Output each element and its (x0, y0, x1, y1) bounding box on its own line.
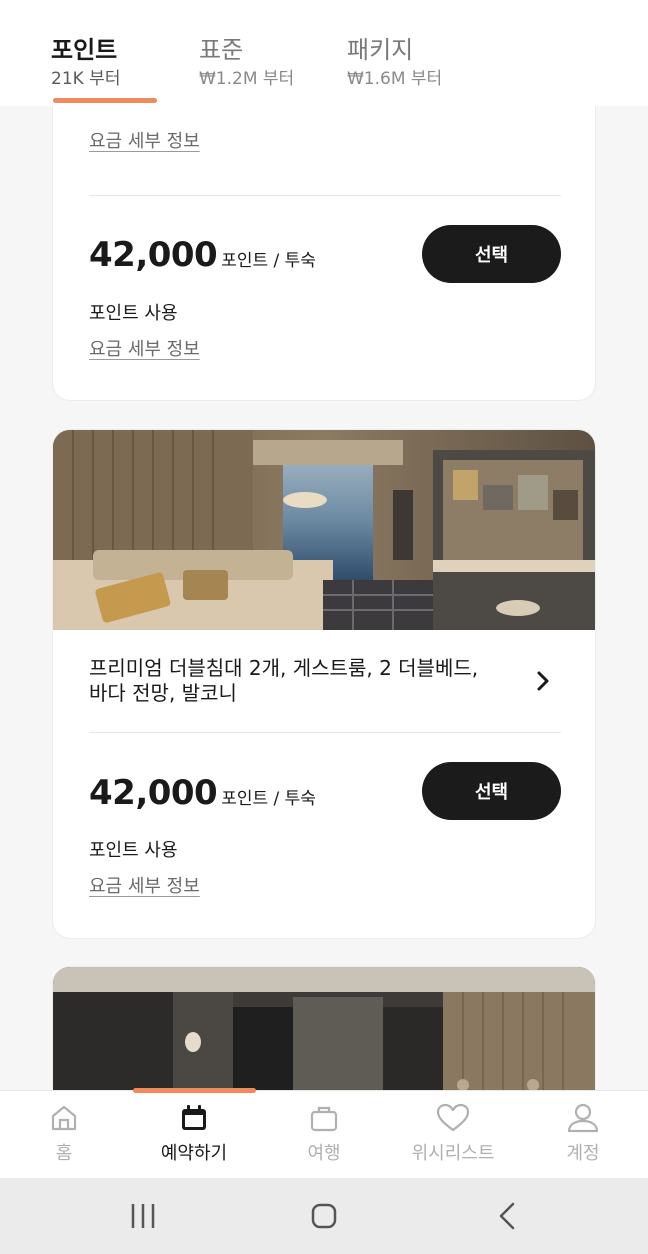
user-icon (567, 1103, 599, 1133)
nav-label: 계정 (566, 1143, 600, 1164)
home-button-icon[interactable] (310, 1198, 338, 1234)
recent-apps-icon[interactable] (130, 1198, 158, 1234)
price: 42,000 포인트 / 투숙 (89, 773, 316, 813)
tab-package[interactable]: 패키지 ₩1.6M 부터 (347, 36, 442, 90)
nav-item-trips[interactable]: 여행 (264, 1103, 384, 1165)
briefcase-icon (310, 1106, 338, 1132)
home-icon (51, 1105, 77, 1131)
nav-item-wishlist[interactable]: 위시리스트 (393, 1103, 513, 1165)
room-name[interactable]: 프리미엄 더블침대 2개, 게스트룸, 2 더블베드, 바다 전망, 발코니 (89, 656, 489, 706)
tab-points[interactable]: 포인트 21K 부터 (51, 36, 120, 90)
nav-label: 여행 (307, 1143, 341, 1164)
tab-standard[interactable]: 표준 ₩1.2M 부터 (199, 36, 294, 90)
rate-details-link[interactable]: 요금 세부 정보 (89, 872, 200, 898)
card-divider (89, 732, 561, 733)
tab-subtitle: ₩1.2M 부터 (199, 69, 295, 89)
active-nav-indicator (133, 1088, 256, 1093)
chevron-right-icon[interactable] (531, 669, 555, 693)
rate-card-points-1: 요금 세부 정보 42,000 포인트 / 투숙 선택 포인트 사용 요금 세부 … (52, 60, 596, 401)
points-use-label: 포인트 사용 (89, 303, 178, 324)
active-tab-indicator (53, 98, 157, 103)
points-use-label: 포인트 사용 (89, 840, 178, 861)
system-navigation-bar (0, 1178, 648, 1254)
rate-details-link[interactable]: 요금 세부 정보 (89, 335, 200, 361)
heart-icon (436, 1103, 470, 1132)
price-amount: 42,000 (89, 773, 218, 813)
nav-label: 홈 (55, 1143, 73, 1164)
room-card-premium: 프리미엄 더블침대 2개, 게스트룸, 2 더블베드, 바다 전망, 발코니 4… (52, 429, 596, 939)
back-icon[interactable] (494, 1198, 522, 1234)
price: 42,000 포인트 / 투숙 (89, 235, 316, 275)
nav-item-home[interactable]: 홈 (4, 1103, 124, 1165)
price-amount: 42,000 (89, 235, 218, 275)
select-button[interactable]: 선택 (422, 225, 561, 283)
tab-title: 표준 (199, 36, 244, 64)
nav-label: 위시리스트 (411, 1143, 495, 1164)
select-button[interactable]: 선택 (422, 762, 561, 820)
tab-subtitle: ₩1.6M 부터 (347, 69, 443, 89)
price-unit: 포인트 / 투숙 (221, 789, 316, 809)
tab-title: 포인트 (51, 36, 118, 64)
calendar-icon (182, 1105, 206, 1130)
price-unit: 포인트 / 투숙 (221, 251, 316, 271)
rate-details-link[interactable]: 요금 세부 정보 (89, 127, 200, 153)
nav-item-account[interactable]: 계정 (523, 1103, 643, 1165)
card-divider (89, 195, 561, 196)
room-photo[interactable] (53, 430, 595, 630)
nav-label: 예약하기 (160, 1143, 228, 1164)
tab-subtitle: 21K 부터 (51, 69, 121, 89)
tab-title: 패키지 (347, 36, 414, 64)
nav-item-booking[interactable]: 예약하기 (134, 1103, 254, 1165)
bottom-navigation: 홈 예약하기 여행 위시리스트 계정 (0, 1088, 648, 1178)
rate-type-tabs: 포인트 21K 부터 표준 ₩1.2M 부터 패키지 ₩1.6M 부터 (0, 0, 648, 106)
